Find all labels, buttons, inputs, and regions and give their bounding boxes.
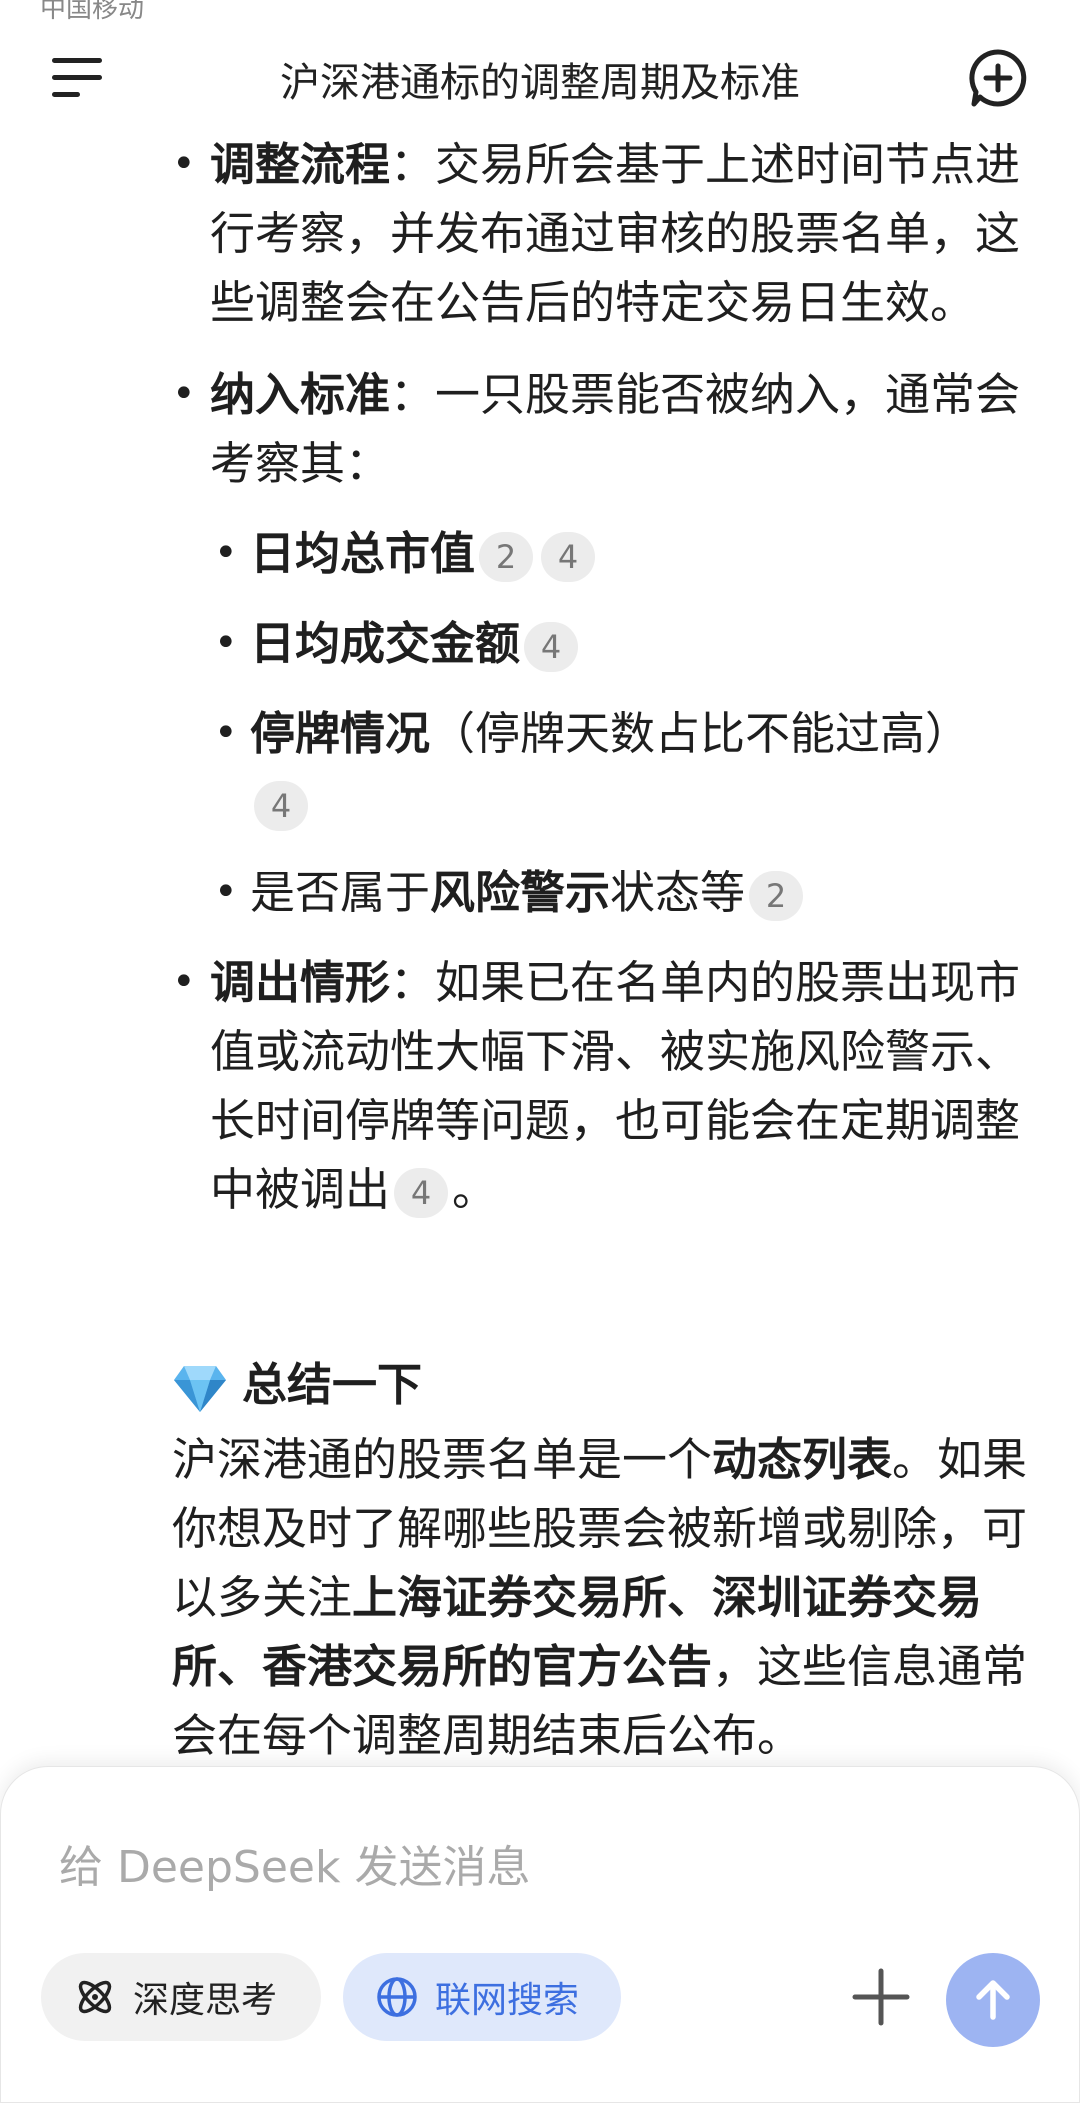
sublist-item-risk: • 是否属于风险警示状态等 2 bbox=[214, 858, 1020, 927]
gem-icon bbox=[174, 1366, 226, 1412]
sublist-item-market-cap: • 日均总市值 2 4 bbox=[214, 519, 1020, 588]
summary-title: 总结一下 bbox=[242, 1358, 423, 1411]
bullet: • bbox=[172, 959, 196, 1005]
list-item-process: • 调整流程：交易所会基于上述时间节点进行考察，并发布通过审核的股票名单，这些调… bbox=[172, 130, 1030, 337]
status-bar-carrier: 中国移动 bbox=[40, 0, 145, 24]
citation-badge[interactable]: 2 bbox=[749, 871, 804, 921]
summary-paragraph: 沪深港通的股票名单是一个动态列表。如果你想及时了解哪些股票会被新增或剔除，可以多… bbox=[172, 1425, 1042, 1770]
turnover-label: 日均成交金额 bbox=[250, 617, 521, 670]
separator: ： bbox=[390, 368, 436, 421]
message-input[interactable] bbox=[57, 1831, 961, 1903]
citation-badge[interactable]: 2 bbox=[479, 532, 534, 582]
send-button[interactable] bbox=[946, 1953, 1040, 2047]
risk-suffix: 状态等 bbox=[610, 866, 746, 919]
web-search-toggle[interactable]: 联网搜索 bbox=[343, 1953, 621, 2041]
risk-label: 风险警示 bbox=[430, 866, 611, 919]
sublist-item-suspension: • 停牌情况（停牌天数占比不能过高） 4 bbox=[214, 699, 1020, 837]
criteria-sublist: • 日均总市值 2 4 • 日均成交金额 4 • 停牌情况（停牌天数占比不能过高）4 … bbox=[0, 519, 1080, 927]
main-list: • 调整流程：交易所会基于上述时间节点进行考察，并发布通过审核的股票名单，这些调… bbox=[0, 130, 1080, 498]
bullet: • bbox=[214, 869, 238, 915]
market-cap-label: 日均总市值 bbox=[250, 527, 476, 580]
citation-badge[interactable]: 4 bbox=[394, 1168, 449, 1218]
sublist-item-turnover: • 日均成交金额 4 bbox=[214, 609, 1020, 678]
criteria-label: 纳入标准 bbox=[210, 368, 391, 421]
summary-bold1: 动态列表 bbox=[712, 1433, 893, 1486]
message-content: • 调整流程：交易所会基于上述时间节点进行考察，并发布通过审核的股票名单，这些调… bbox=[0, 130, 1080, 1224]
summary-heading: 总结一下 bbox=[172, 1355, 422, 1415]
plus-icon[interactable] bbox=[841, 1957, 921, 2037]
deep-think-label: 深度思考 bbox=[133, 1980, 278, 2021]
summary-part1: 沪深港通的股票名单是一个 bbox=[172, 1433, 713, 1486]
risk-prefix: 是否属于 bbox=[250, 866, 431, 919]
message-composer: 深度思考 联网搜索 bbox=[0, 1766, 1080, 2103]
arrow-up-icon bbox=[976, 1980, 1010, 2020]
page-title: 沪深港通标的调整周期及标准 bbox=[280, 60, 800, 106]
citation-badge[interactable]: 4 bbox=[541, 532, 596, 582]
globe-icon bbox=[377, 1977, 417, 2017]
bullet: • bbox=[214, 620, 238, 666]
atom-icon bbox=[78, 1980, 112, 2014]
suspension-text: （停牌天数占比不能过高） bbox=[430, 707, 971, 760]
new-chat-icon[interactable] bbox=[966, 46, 1030, 110]
web-search-label: 联网搜索 bbox=[435, 1980, 580, 2021]
citation-badge[interactable]: 4 bbox=[254, 781, 308, 831]
removal-label: 调出情形 bbox=[210, 956, 391, 1009]
list-item-criteria: • 纳入标准：一只股票能否被纳入，通常会考察其： bbox=[172, 360, 1030, 498]
separator: ： bbox=[390, 138, 436, 191]
process-label: 调整流程 bbox=[210, 138, 391, 191]
main-list-continued: • 调出情形：如果已在名单内的股票出现市值或流动性大幅下滑、被实施风险警示、长时… bbox=[0, 948, 1080, 1224]
suspension-label: 停牌情况 bbox=[250, 707, 431, 760]
removal-end: 。 bbox=[452, 1163, 498, 1216]
separator: ： bbox=[390, 956, 436, 1009]
top-bar: 沪深港通标的调整周期及标准 bbox=[0, 30, 1080, 126]
bullet: • bbox=[172, 371, 196, 417]
bullet: • bbox=[214, 530, 238, 576]
citation-badge[interactable]: 4 bbox=[524, 622, 579, 672]
bullet: • bbox=[172, 141, 196, 187]
list-item-removal: • 调出情形：如果已在名单内的股票出现市值或流动性大幅下滑、被实施风险警示、长时… bbox=[172, 948, 1030, 1224]
bullet: • bbox=[214, 710, 238, 756]
deep-think-toggle[interactable]: 深度思考 bbox=[41, 1953, 321, 2041]
